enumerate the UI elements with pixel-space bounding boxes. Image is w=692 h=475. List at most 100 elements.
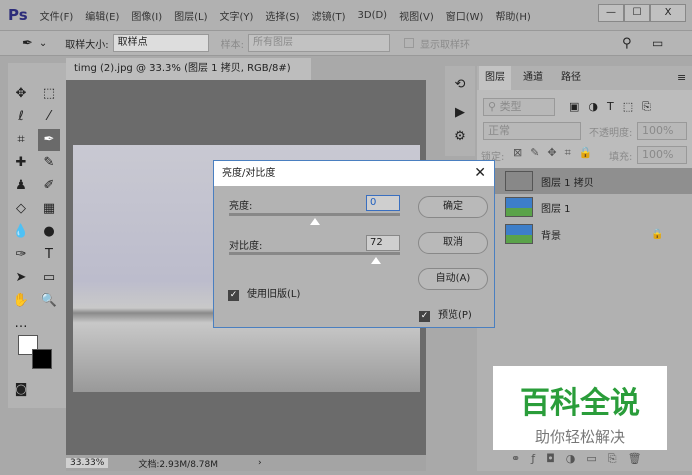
legacy-option[interactable]: ✓ 使用旧版(L) xyxy=(228,285,300,301)
preview-label: 预览(P) xyxy=(438,310,472,321)
cancel-button[interactable]: 取消 xyxy=(418,232,488,254)
tab-layers[interactable]: 图层 xyxy=(479,66,511,90)
tab-channels[interactable]: 通道 xyxy=(517,66,549,90)
opacity-input[interactable]: 100% xyxy=(637,122,687,140)
layer-row[interactable]: 图层 1 拷贝 xyxy=(477,168,692,194)
show-ring-label: 显示取样环 xyxy=(420,39,471,51)
tools-panel: ✥ ⬚ ℓ ⁄ ⌗ ✒ ✚ ✎ ♟ ✐ ◇ ▦ 💧 ● ✑ T ➤ ▭ ✋ 🔍 … xyxy=(8,63,66,408)
menu-select[interactable]: 选择(S) xyxy=(265,8,299,23)
ps-logo: Ps xyxy=(8,6,28,24)
history-brush-icon[interactable]: ✐ xyxy=(38,175,60,197)
menu-view[interactable]: 视图(V) xyxy=(399,8,434,23)
magic-wand-icon[interactable]: ⁄ xyxy=(38,106,60,128)
shape-tool-icon[interactable]: ▭ xyxy=(38,267,60,289)
maximize-button[interactable]: ☐ xyxy=(624,4,650,22)
brush-tool-icon[interactable]: ✎ xyxy=(38,152,60,174)
legacy-label: 使用旧版(L) xyxy=(247,289,301,300)
dodge-tool-icon[interactable]: ● xyxy=(38,221,60,243)
chevron-down-icon[interactable]: ⌄ xyxy=(39,38,47,49)
watermark-title: 百科全说 xyxy=(520,386,640,421)
filter-type-select[interactable]: ⚲ 类型 xyxy=(483,98,555,116)
eyedropper-tool-icon[interactable]: ✒ xyxy=(38,129,60,151)
more-tools-icon[interactable]: … xyxy=(10,313,32,335)
contrast-slider-thumb[interactable] xyxy=(371,257,382,264)
layer-name: 图层 1 拷贝 xyxy=(541,177,594,189)
properties-icon[interactable]: ⚙ xyxy=(449,126,471,148)
blend-mode-select[interactable]: 正常 xyxy=(483,122,581,140)
background-color-swatch[interactable] xyxy=(32,349,52,369)
sample-select[interactable]: 所有图层 xyxy=(248,34,391,52)
lasso-tool-icon[interactable]: ℓ xyxy=(10,106,32,128)
brightness-slider-thumb[interactable] xyxy=(309,218,320,225)
menu-file[interactable]: 文件(F) xyxy=(40,8,74,23)
stamp-tool-icon[interactable]: ♟ xyxy=(10,175,32,197)
pen-tool-icon[interactable]: ✑ xyxy=(10,244,32,266)
contrast-slider[interactable] xyxy=(229,252,400,255)
tab-paths[interactable]: 路径 xyxy=(555,66,587,90)
fill-label: 填充: xyxy=(609,152,633,163)
marquee-tool-icon[interactable]: ⬚ xyxy=(38,83,60,105)
quick-mask-icon[interactable]: ◙ xyxy=(10,379,32,401)
zoom-level[interactable]: 33.33% xyxy=(66,458,109,468)
lock-icon: 🔒 xyxy=(651,228,664,240)
minimize-button[interactable]: — xyxy=(598,4,624,22)
menu-layer[interactable]: 图层(L) xyxy=(174,8,207,23)
show-ring-checkbox[interactable] xyxy=(404,38,415,48)
type-tool-icon[interactable]: T xyxy=(38,244,60,266)
menu-window[interactable]: 窗口(W) xyxy=(446,8,484,23)
auto-button[interactable]: 自动(A) xyxy=(418,268,488,290)
status-bar: 33.33% 文档:2.93M/8.78M › xyxy=(66,455,426,471)
sample-size-label: 取样大小: xyxy=(65,39,109,51)
brightness-input[interactable]: 0 xyxy=(366,195,400,211)
eraser-tool-icon[interactable]: ◇ xyxy=(10,198,32,220)
menu-bar: Ps 文件(F) 编辑(E) 图像(I) 图层(L) 文字(Y) 选择(S) 滤… xyxy=(0,0,692,30)
healing-tool-icon[interactable]: ✚ xyxy=(10,152,32,174)
brightness-label: 亮度: xyxy=(229,201,253,212)
chevron-right-icon[interactable]: › xyxy=(258,458,262,468)
layer-name: 背景 xyxy=(541,230,561,242)
dialog-title: 亮度/对比度 xyxy=(222,168,276,179)
search-icon[interactable]: ⚲ xyxy=(622,36,632,51)
workspace-icon[interactable]: ▭ xyxy=(652,36,663,50)
doc-info: 文档:2.93M/8.78M xyxy=(138,459,219,470)
opacity-label: 不透明度: xyxy=(589,128,633,139)
menu-help[interactable]: 帮助(H) xyxy=(495,8,530,23)
blur-tool-icon[interactable]: 💧 xyxy=(10,221,32,243)
watermark-subtitle: 助你轻松解决 xyxy=(534,428,625,446)
close-button[interactable]: X xyxy=(650,4,686,22)
document-tab[interactable]: timg (2).jpg @ 33.3% (图层 1 拷贝, RGB/8#) *… xyxy=(66,58,311,96)
layer-footer-icons[interactable]: ⚭ƒ◘◑▭⎘🗑 xyxy=(511,452,653,466)
options-bar: ✒ ⌄ 取样大小: 取样点 样本: 所有图层 显示取样环 ⚲ ▭ xyxy=(0,30,692,56)
filter-icons[interactable]: ▣◑T⬚⎘ xyxy=(569,100,660,114)
layer-thumbnail xyxy=(505,224,533,244)
eyedropper-icon[interactable]: ✒ xyxy=(22,36,33,51)
menu-image[interactable]: 图像(I) xyxy=(131,8,162,23)
layer-thumbnail xyxy=(505,197,533,217)
menu-edit[interactable]: 编辑(E) xyxy=(85,8,119,23)
crop-tool-icon[interactable]: ⌗ xyxy=(10,129,32,151)
menu-filter[interactable]: 滤镜(T) xyxy=(312,8,346,23)
panel-menu-icon[interactable]: ≡ xyxy=(677,71,686,84)
layer-row[interactable]: 背景 🔒 xyxy=(477,223,692,245)
history-icon[interactable]: ⟲ xyxy=(449,74,471,96)
legacy-checkbox[interactable]: ✓ xyxy=(228,290,239,301)
move-tool-icon[interactable]: ✥ xyxy=(10,83,32,105)
preview-checkbox[interactable]: ✓ xyxy=(419,311,430,322)
preview-option[interactable]: ✓ 预览(P) xyxy=(419,306,472,322)
menu-3d[interactable]: 3D(D) xyxy=(358,10,388,21)
zoom-tool-icon[interactable]: 🔍 xyxy=(38,290,60,312)
lock-icons[interactable]: ⊠✎✥⌗🔒 xyxy=(513,146,601,160)
hand-tool-icon[interactable]: ✋ xyxy=(10,290,32,312)
dialog-titlebar: 亮度/对比度 ✕ xyxy=(214,161,494,186)
layer-row[interactable]: 图层 1 xyxy=(477,196,692,218)
actions-play-icon[interactable]: ▶ xyxy=(449,102,471,124)
path-select-icon[interactable]: ➤ xyxy=(10,267,32,289)
gradient-tool-icon[interactable]: ▦ xyxy=(38,198,60,220)
ok-button[interactable]: 确定 xyxy=(418,196,488,218)
close-icon[interactable]: ✕ xyxy=(474,161,486,186)
fill-input[interactable]: 100% xyxy=(637,146,687,164)
sample-size-select[interactable]: 取样点 xyxy=(112,34,209,52)
contrast-input[interactable]: 72 xyxy=(366,235,400,251)
menu-type[interactable]: 文字(Y) xyxy=(220,8,254,23)
brightness-slider[interactable] xyxy=(229,213,400,216)
